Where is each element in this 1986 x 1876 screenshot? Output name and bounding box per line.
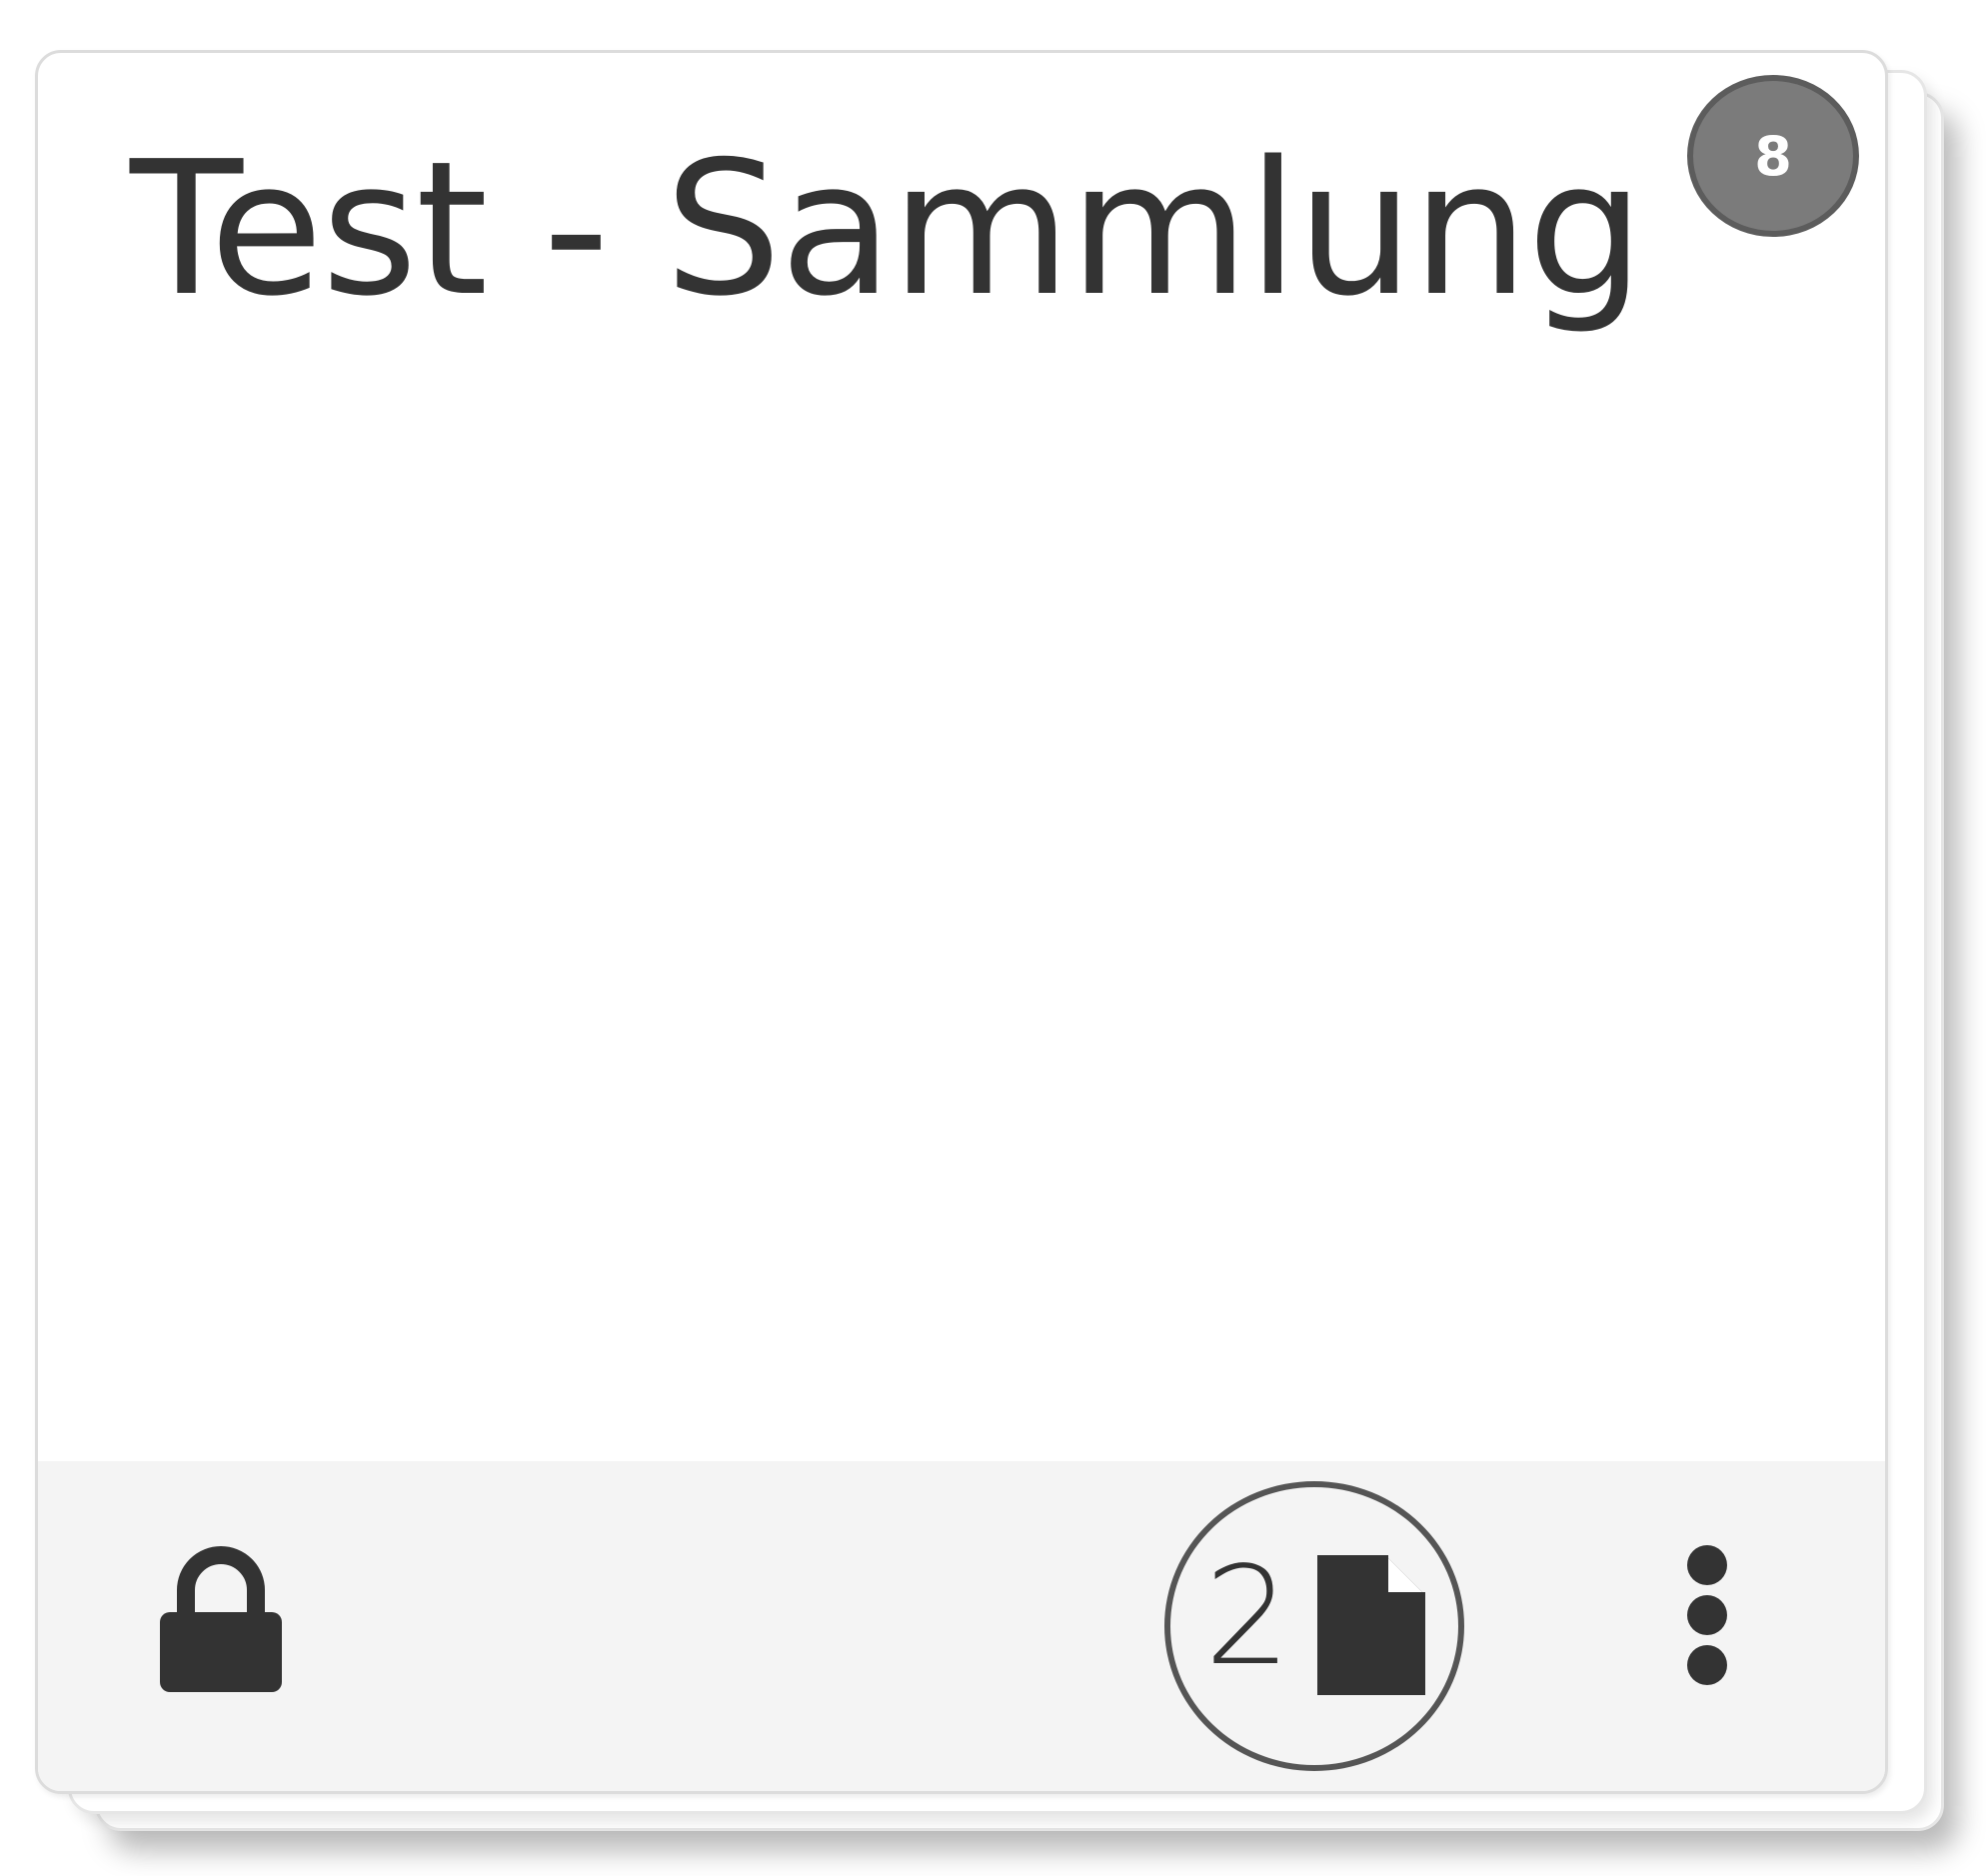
- collection-card-stack: Test - Sammlung 8 2: [0, 0, 1986, 1876]
- lock-icon[interactable]: [156, 1546, 286, 1696]
- collection-title: Test - Sammlung: [130, 121, 1644, 337]
- item-count-badge-label: 8: [1754, 124, 1792, 188]
- item-count-badge: 8: [1687, 75, 1859, 237]
- document-count: 2: [1204, 1538, 1291, 1696]
- collection-card[interactable]: Test - Sammlung 8 2: [35, 50, 1888, 1794]
- kebab-menu-icon: [1687, 1545, 1727, 1685]
- document-icon: [1313, 1551, 1429, 1699]
- more-options-button[interactable]: [1672, 1543, 1742, 1693]
- card-footer: 2: [38, 1461, 1885, 1791]
- document-count-button[interactable]: 2: [1164, 1481, 1464, 1771]
